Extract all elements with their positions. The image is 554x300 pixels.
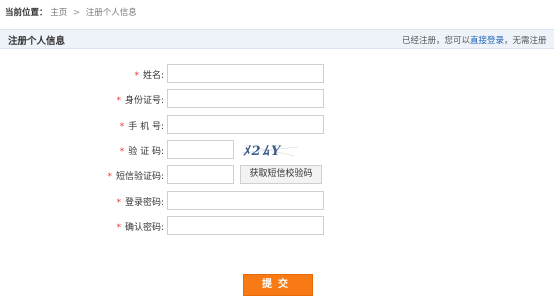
- name-input[interactable]: [167, 64, 324, 83]
- sms-label: * 短信验证码:: [107, 172, 164, 182]
- confirm-password-row: * 确认密码:: [0, 216, 554, 236]
- required-mark: *: [119, 147, 125, 157]
- captcha-input[interactable]: [167, 140, 234, 159]
- captcha-row: * 验 证 码: ﾒ2ﾑY: [0, 140, 554, 160]
- phone-label: * 手 机 号:: [119, 122, 164, 132]
- phone-input[interactable]: [167, 115, 324, 134]
- breadcrumb-home-link[interactable]: 主页: [50, 8, 67, 18]
- section-note-text: 已经注册，您可以: [402, 36, 471, 46]
- submit-button[interactable]: 提交: [243, 274, 313, 296]
- captcha-image[interactable]: ﾒ2ﾑY: [240, 141, 300, 159]
- required-mark: *: [119, 122, 125, 132]
- name-row: * 姓名:: [0, 64, 554, 84]
- required-mark: *: [107, 172, 112, 182]
- id-label: * 身份证号:: [116, 96, 164, 106]
- password-input[interactable]: [167, 191, 324, 210]
- required-mark: *: [134, 71, 139, 81]
- breadcrumb-prefix: 当前位置：: [5, 8, 48, 18]
- direct-login-link[interactable]: 直接登录: [470, 36, 504, 46]
- breadcrumb: 当前位置： 主页 > 注册个人信息: [5, 6, 137, 18]
- confirm-password-input[interactable]: [167, 216, 324, 235]
- captcha-label: * 验 证 码:: [119, 147, 164, 157]
- required-mark: *: [116, 223, 121, 233]
- section-header: 注册个人信息 已经注册，您可以直接登录，无需注册: [0, 29, 554, 49]
- breadcrumb-separator: >: [72, 8, 81, 18]
- captcha-text: ﾒ2ﾑY: [243, 144, 282, 159]
- breadcrumb-current: 注册个人信息: [85, 8, 137, 18]
- section-title: 注册个人信息: [8, 36, 66, 47]
- name-label: * 姓名:: [134, 71, 164, 81]
- section-note: 已经注册，您可以直接登录，无需注册: [402, 34, 547, 46]
- required-mark: *: [116, 198, 121, 208]
- id-row: * 身份证号:: [0, 89, 554, 109]
- password-row: * 登录密码:: [0, 191, 554, 211]
- sms-row: * 短信验证码: 获取短信校验码: [0, 165, 554, 185]
- confirm-password-label: * 确认密码:: [116, 223, 164, 233]
- required-mark: *: [116, 96, 121, 106]
- sms-code-input[interactable]: [167, 165, 234, 184]
- id-number-input[interactable]: [167, 89, 324, 108]
- password-label: * 登录密码:: [116, 198, 164, 208]
- section-note-suffix: ，无需注册: [504, 36, 547, 46]
- get-sms-code-button[interactable]: 获取短信校验码: [240, 165, 322, 184]
- phone-row: * 手 机 号:: [0, 115, 554, 135]
